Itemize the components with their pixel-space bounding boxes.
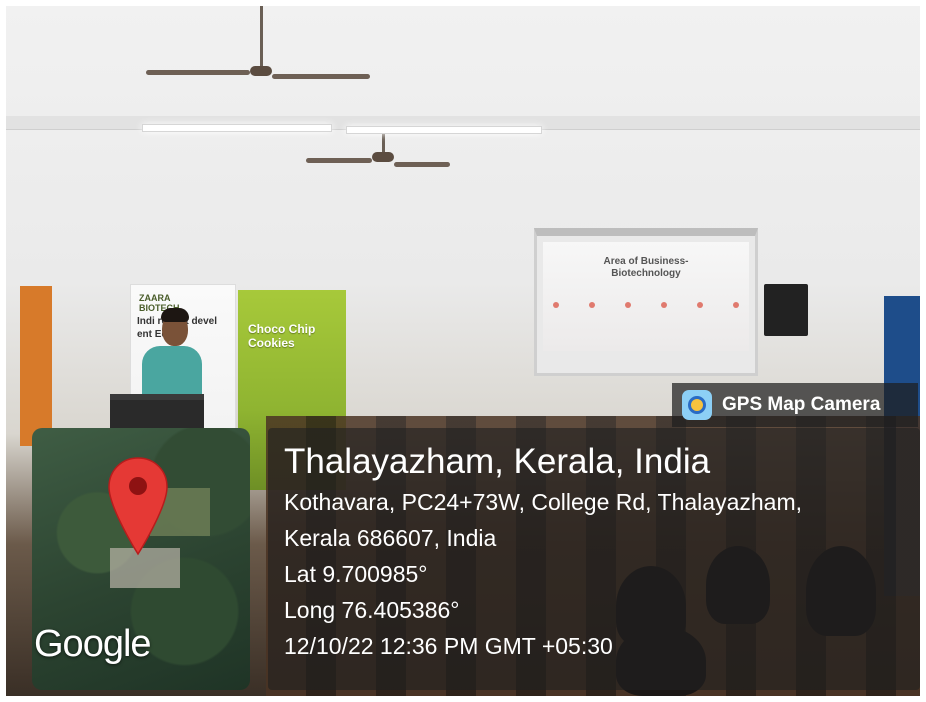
fan-blade [272, 74, 370, 79]
map-thumbnail: Google [32, 428, 250, 690]
ceiling-fan [250, 66, 272, 76]
slide-bullet [697, 302, 703, 308]
gps-map-camera-badge: GPS Map Camera [672, 383, 918, 427]
slide-bullet [661, 302, 667, 308]
location-pin-icon [108, 457, 168, 556]
slide-bullet [589, 302, 595, 308]
slide-title-line: Biotechnology [611, 268, 681, 279]
event-photo: Area of Business- Biotechnology ZAARA BI… [6, 6, 920, 696]
fan-rod [260, 6, 263, 68]
slide-bullet [733, 302, 739, 308]
google-label: Google [34, 623, 152, 665]
longitude: Long 76.405386° [284, 597, 460, 623]
fan-blade [394, 162, 450, 167]
gps-badge-label: GPS Map Camera [722, 394, 881, 415]
ceiling-fan [372, 152, 394, 162]
speaker-hair [161, 308, 189, 322]
gps-map-camera-icon [682, 390, 712, 420]
location-info-panel: Thalayazham, Kerala, India Kothavara, PC… [268, 428, 920, 690]
fan-blade [306, 158, 372, 163]
tube-light [142, 124, 332, 132]
address-line: Kerala 686607, India [284, 525, 497, 551]
tube-light [346, 126, 542, 134]
latitude: Lat 9.700985° [284, 561, 428, 587]
projector-screen: Area of Business- Biotechnology [534, 228, 758, 376]
slide-bullets [553, 302, 739, 308]
banner-logo-line: ZAARA [139, 293, 171, 303]
curtain [20, 286, 52, 446]
timestamp: 12/10/22 12:36 PM GMT +05:30 [284, 633, 613, 659]
presentation-slide: Area of Business- Biotechnology [543, 242, 749, 351]
slide-bullet [553, 302, 559, 308]
product-banner-title: Choco Chip Cookies [248, 322, 316, 350]
wall-speaker [764, 284, 808, 336]
slide-title: Area of Business- Biotechnology [543, 256, 749, 280]
slide-bullet [625, 302, 631, 308]
address-line: Kothavara, PC24+73W, College Rd, Thalaya… [284, 489, 803, 515]
fan-blade [146, 70, 250, 75]
place-name: Thalayazham, Kerala, India [284, 442, 711, 481]
slide-title-line: Area of Business- [603, 256, 689, 267]
